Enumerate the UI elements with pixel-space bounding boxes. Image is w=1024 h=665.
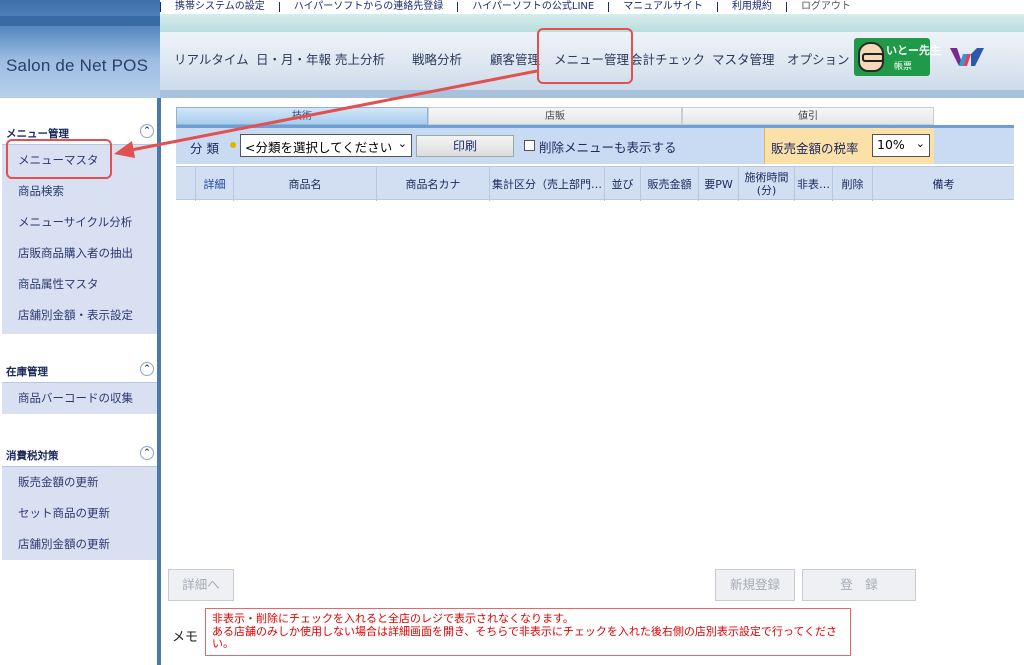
tax-rate-select[interactable]: 10% ⌄ [872,134,930,157]
col-hidden[interactable]: 非表… [795,167,833,201]
sidebar-item-update-set-products[interactable]: セット商品の更新 [18,505,110,521]
link-manual-site[interactable]: マニュアルサイト [609,2,718,12]
col-product-kana[interactable]: 商品名カナ [377,167,490,201]
nav-underline [160,90,1024,98]
col-order[interactable]: 並び [605,167,641,201]
tax-rate-value: 10% [877,137,905,152]
tab-discount[interactable]: 値引 [682,107,934,125]
sidebar-item-menu-cycle-analysis[interactable]: メニューサイクル分析 [18,214,132,230]
link-logout[interactable]: ログアウト [787,2,865,12]
col-product-name[interactable]: 商品名 [234,167,377,201]
sidebar: メニュー管理 ⌃ メニューマスタ 商品検索 メニューサイクル分析 店販商品購入者… [0,98,161,665]
nav-strategy-analysis[interactable]: 戦略分析 [412,49,462,68]
top-link-bar: 携帯システムの設定 ハイパーソフトからの連絡先登録 ハイパーソフトの公式LINE… [160,0,1024,14]
sidebar-item-store-price-display[interactable]: 店舗別金額・表示設定 [18,307,133,323]
app-window: Salon de Net POS 携帯システムの設定 ハイパーソフトからの連絡先… [0,0,1024,665]
col-detail[interactable]: 詳細 [196,167,234,201]
section-title: 消費税対策 [6,450,59,462]
sidebar-section-inventory: 在庫管理 ⌃ [0,358,157,382]
category-select-value: <分類を選択してください [245,140,393,155]
nav-options[interactable]: オプション [787,49,850,68]
brand-logo-icon [950,48,984,66]
chevron-down-icon: ⌄ [397,137,407,150]
col-delete[interactable]: 削除 [833,167,873,201]
section-title: 在庫管理 [6,366,48,378]
nav-master-management[interactable]: マスタ管理 [712,49,775,68]
nav-daily-monthly-report[interactable]: 日・月・年報 [256,49,331,68]
chevron-down-icon: ⌄ [915,137,925,150]
required-dot-icon [230,142,236,148]
col-sale-price[interactable]: 販売金額 [641,167,699,201]
sidebar-divider [157,98,161,665]
app-logo: Salon de Net POS [6,56,149,75]
sidebar-item-barcode-collect[interactable]: 商品バーコードの収集 [18,390,133,406]
nav-realtime[interactable]: リアルタイム [174,49,249,68]
sidebar-item-retail-buyer-extract[interactable]: 店販商品購入者の抽出 [18,245,133,261]
nav-sales-analysis[interactable]: 売上分析 [335,49,385,68]
sidebar-item-product-search[interactable]: 商品検索 [18,183,64,199]
show-deleted-checkbox[interactable] [524,140,535,151]
print-button[interactable]: 印刷 [416,135,514,157]
highlight-nav-menu-management [537,28,633,84]
collapse-icon[interactable]: ⌃ [140,362,154,376]
nav-accounting-check[interactable]: 会計チェック [630,49,705,68]
sidebar-inventory-list: 商品バーコードの収集 [2,382,157,414]
user-name: いとー先生 [886,44,941,57]
category-select[interactable]: <分類を選択してください ⌄ [240,134,412,157]
highlight-sidebar-menu-master [6,139,112,179]
memo-box: 非表示・削除にチェックを入れると全店のレジで表示されなくなります。 ある店舗のみ… [205,608,851,656]
sidebar-tax-list: 販売金額の更新 セット商品の更新 店舗別金額の更新 [2,466,157,560]
category-label: 分 類 [190,141,219,156]
sidebar-item-product-attribute-master[interactable]: 商品属性マスタ [18,276,99,292]
sidebar-item-update-sale-price[interactable]: 販売金額の更新 [18,474,99,490]
memo-line: ある店舗のみしか使用しない場合は詳細画面を開き、そちらで非表示にチェックを入れた… [212,624,838,650]
link-mobile-settings[interactable]: 携帯システムの設定 [160,2,280,12]
user-role: 帳票 [894,62,913,72]
user-badge[interactable]: いとー先生 帳票 [854,38,941,76]
tax-rate-label: 販売金額の税率 [771,141,859,156]
col-select [176,167,196,201]
nav-customer-management[interactable]: 顧客管理 [490,49,540,68]
table-header: 詳細 商品名 商品名カナ 集計区分（売上部門… 並び 販売金額 要PW 施術時間… [176,166,1014,201]
filter-bar: 分 類 <分類を選択してください ⌄ 印刷 削除メニューも表示する 販売金額の税… [176,128,1014,164]
memo-line: 非表示・削除にチェックを入れると全店のレジで表示されなくなります。 [212,612,574,625]
col-treatment-time[interactable]: 施術時間 (分) [739,167,795,201]
col-require-pw[interactable]: 要PW [699,167,739,201]
sidebar-item-update-store-prices[interactable]: 店舗別金額の更新 [18,536,110,552]
tab-retail[interactable]: 店販 [428,107,682,125]
new-button[interactable]: 新規登録 [715,569,795,601]
menu-master-panel: 技術 店販 値引 分 類 <分類を選択してください ⌄ 印刷 削除メニューも表示… [176,106,1014,566]
collapse-icon[interactable]: ⌃ [140,124,154,138]
col-category[interactable]: 集計区分（売上部門… [490,167,605,201]
show-deleted-label: 削除メニューも表示する [539,140,677,155]
memo-label: メモ [172,630,199,645]
link-official-line[interactable]: ハイパーソフトの公式LINE [458,2,610,12]
col-notes[interactable]: 備考 [873,167,1014,201]
detail-button[interactable]: 詳細へ [168,569,234,601]
avatar-icon [858,42,884,72]
sidebar-section-consumption-tax: 消費税対策 ⌃ [0,442,157,466]
tab-technique[interactable]: 技術 [176,107,428,125]
collapse-icon[interactable]: ⌃ [140,446,154,460]
logo-panel: Salon de Net POS [0,0,160,98]
link-terms[interactable]: 利用規約 [718,2,787,12]
register-button[interactable]: 登 録 [802,569,916,601]
link-contact-registration[interactable]: ハイパーソフトからの連絡先登録 [280,2,459,12]
